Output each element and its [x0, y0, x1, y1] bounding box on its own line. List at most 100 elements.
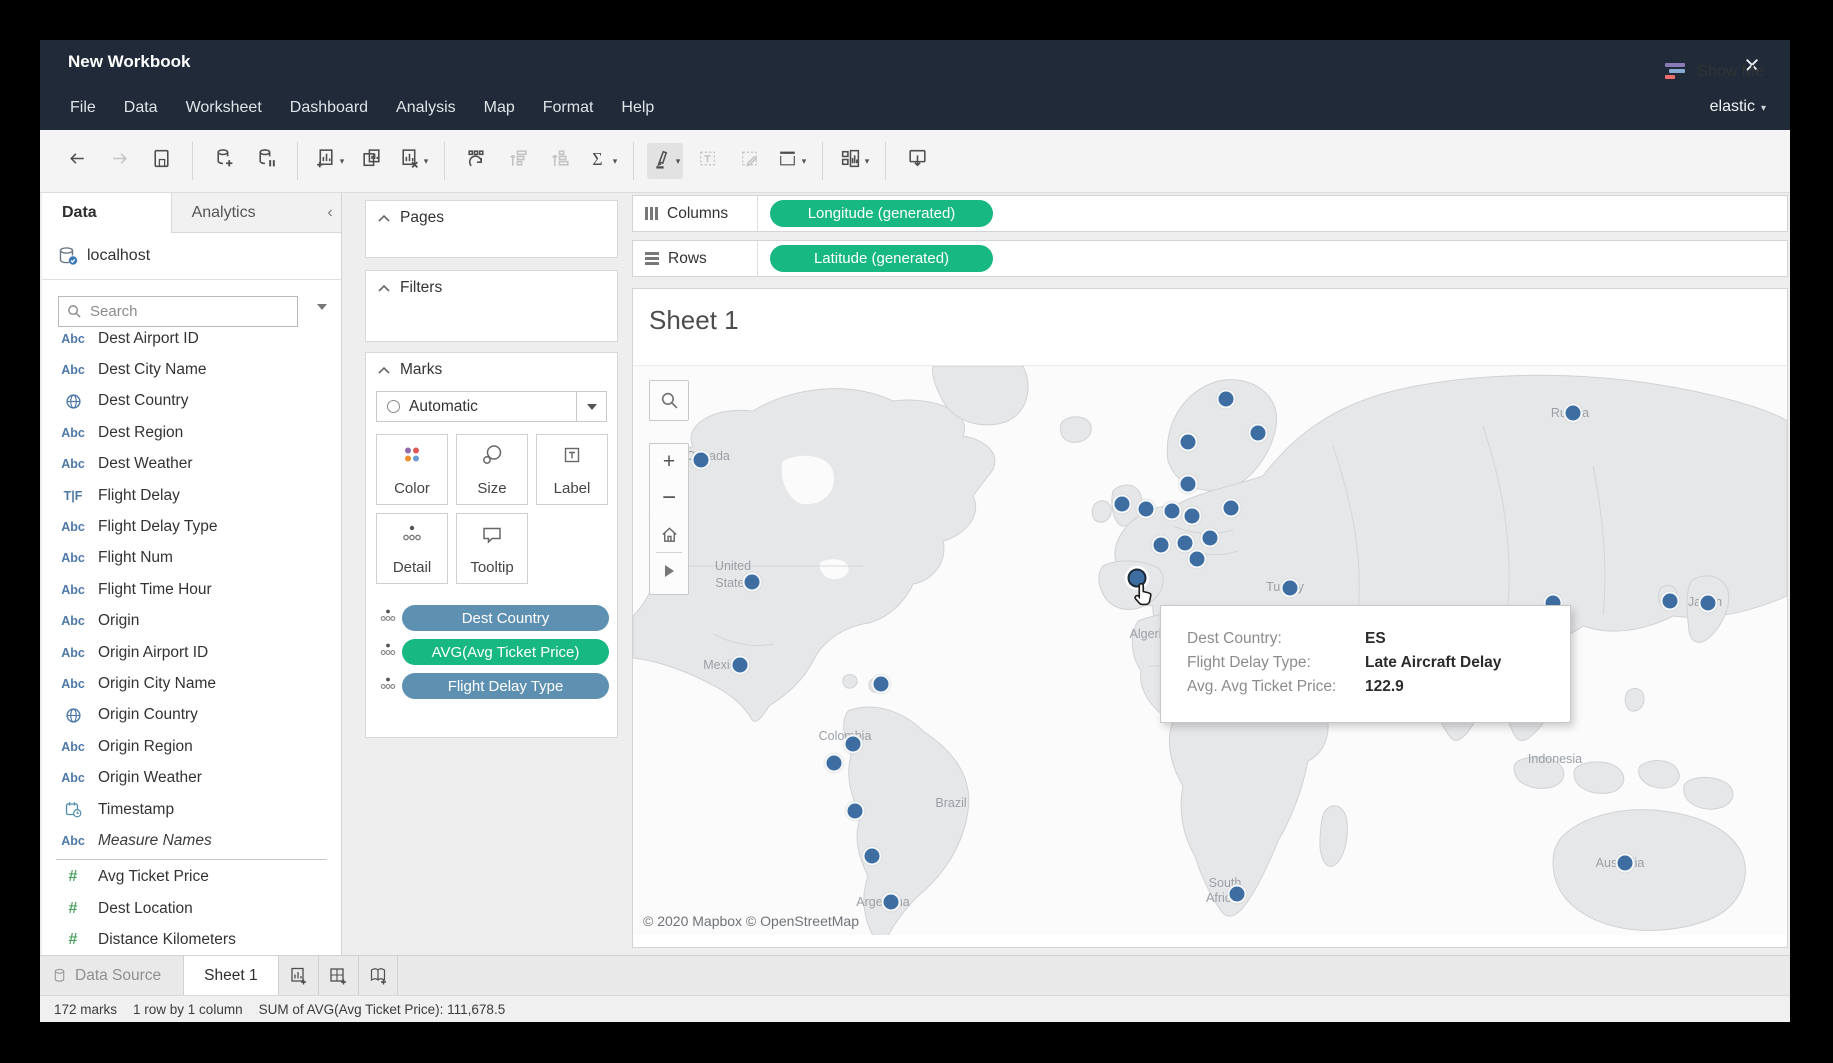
- pill-flight-delay-type[interactable]: Flight Delay Type: [402, 673, 609, 699]
- field-origin-country[interactable]: Origin Country: [42, 700, 341, 731]
- map-mark[interactable]: [743, 573, 762, 592]
- size-button[interactable]: Size: [456, 434, 528, 505]
- map-mark[interactable]: [1163, 502, 1182, 521]
- mark-type-dropdown[interactable]: Automatic: [376, 391, 607, 422]
- field-flight-delay-type[interactable]: AbcFlight Delay Type: [42, 511, 341, 542]
- map-mark[interactable]: [692, 451, 711, 470]
- tab-data-source[interactable]: Data Source: [40, 956, 183, 995]
- tab-sheet-1[interactable]: Sheet 1: [183, 956, 277, 995]
- map-mark[interactable]: [1179, 475, 1198, 494]
- map-search-button[interactable]: [649, 380, 689, 421]
- undo-button[interactable]: [59, 143, 95, 179]
- field-origin-airport-id[interactable]: AbcOrigin Airport ID: [42, 637, 341, 668]
- map-mark[interactable]: [1217, 390, 1236, 409]
- map-mark[interactable]: [731, 656, 750, 675]
- data-connection[interactable]: localhost: [42, 233, 341, 280]
- field-flight-num[interactable]: AbcFlight Num: [42, 543, 341, 574]
- map-mark[interactable]: [1249, 424, 1268, 443]
- format-borders-button[interactable]: ▾: [773, 143, 809, 179]
- totals-button[interactable]: Σ▾: [584, 143, 620, 179]
- field-distance-kilometers[interactable]: #Distance Kilometers: [42, 924, 341, 955]
- tooltip-button[interactable]: Tooltip: [456, 513, 528, 584]
- new-worksheet-button[interactable]: [278, 956, 318, 995]
- columns-pill[interactable]: Longitude (generated): [770, 200, 993, 227]
- pages-card[interactable]: Pages: [365, 200, 618, 258]
- color-button[interactable]: Color: [376, 434, 448, 505]
- field-dest-location[interactable]: #Dest Location: [42, 893, 341, 924]
- rows-pill[interactable]: Latitude (generated): [770, 245, 993, 272]
- map-mark[interactable]: [1188, 550, 1207, 569]
- field-measure-names[interactable]: AbcMeasure Names: [42, 825, 341, 856]
- rows-shelf[interactable]: Rows Latitude (generated): [632, 240, 1788, 277]
- map-mark[interactable]: [1222, 499, 1241, 518]
- pill-avg-avg-ticket-price-[interactable]: AVG(Avg Ticket Price): [402, 639, 609, 665]
- map-mark[interactable]: [1113, 495, 1132, 514]
- map-mark[interactable]: [1137, 500, 1156, 519]
- map-mark[interactable]: [1152, 536, 1171, 555]
- zoom-out-button[interactable]: −: [650, 480, 688, 516]
- search-options-caret-icon[interactable]: [317, 304, 327, 310]
- new-worksheet-button[interactable]: ▾: [311, 143, 347, 179]
- field-origin-city-name[interactable]: AbcOrigin City Name: [42, 668, 341, 699]
- menu-analysis[interactable]: Analysis: [382, 88, 470, 128]
- map-mark[interactable]: [1179, 433, 1198, 452]
- zoom-in-button[interactable]: +: [650, 444, 688, 480]
- map-mark[interactable]: [1616, 854, 1635, 873]
- field-dest-region[interactable]: AbcDest Region: [42, 417, 341, 448]
- detail-button[interactable]: Detail: [376, 513, 448, 584]
- show-me-panel-button[interactable]: ▾: [836, 143, 872, 179]
- map-view[interactable]: CanadaUnitedStatesMexicoColombiaBrazilAr…: [633, 365, 1787, 935]
- new-story-button[interactable]: [358, 956, 398, 995]
- pill-dest-country[interactable]: Dest Country: [402, 605, 609, 631]
- zoom-mode-button[interactable]: [650, 553, 688, 589]
- map-mark[interactable]: [872, 675, 891, 694]
- zoom-home-button[interactable]: [650, 516, 688, 552]
- map-mark[interactable]: [1699, 594, 1718, 613]
- collapse-pane-icon[interactable]: ‹: [319, 193, 341, 233]
- tab-data[interactable]: Data: [42, 193, 172, 233]
- field-flight-delay[interactable]: T|FFlight Delay: [42, 480, 341, 511]
- menu-worksheet[interactable]: Worksheet: [172, 88, 276, 128]
- tab-analytics[interactable]: Analytics: [172, 193, 320, 233]
- field-flight-time-hour[interactable]: AbcFlight Time Hour: [42, 574, 341, 605]
- menu-file[interactable]: File: [56, 88, 110, 128]
- presentation-mode-button[interactable]: [899, 143, 935, 179]
- map-attribution[interactable]: © 2020 Mapbox © OpenStreetMap: [643, 913, 859, 929]
- save-button[interactable]: [143, 143, 179, 179]
- new-dashboard-button[interactable]: [318, 956, 358, 995]
- map-mark[interactable]: [1661, 592, 1680, 611]
- menu-data[interactable]: Data: [110, 88, 172, 128]
- swap-rows-columns-button[interactable]: [458, 143, 494, 179]
- map-mark[interactable]: [1281, 579, 1300, 598]
- map-mark[interactable]: [846, 802, 865, 821]
- field-avg-ticket-price[interactable]: #Avg Ticket Price: [42, 862, 341, 893]
- map-mark[interactable]: [1228, 885, 1247, 904]
- new-data-source-button[interactable]: [206, 143, 242, 179]
- menu-map[interactable]: Map: [470, 88, 529, 128]
- search-input[interactable]: [90, 303, 260, 320]
- map-mark[interactable]: [825, 754, 844, 773]
- map-mark[interactable]: [844, 735, 863, 754]
- field-dest-city-name[interactable]: AbcDest City Name: [42, 354, 341, 385]
- pause-auto-updates-button[interactable]: [248, 143, 284, 179]
- menu-format[interactable]: Format: [529, 88, 608, 128]
- clear-sheet-button[interactable]: ▾: [395, 143, 431, 179]
- menu-dashboard[interactable]: Dashboard: [276, 88, 382, 128]
- columns-shelf[interactable]: Columns Longitude (generated): [632, 195, 1788, 232]
- map-mark[interactable]: [1564, 404, 1583, 423]
- map-mark[interactable]: [1201, 529, 1220, 548]
- label-button[interactable]: Label: [536, 434, 608, 505]
- map-mark[interactable]: [1183, 507, 1202, 526]
- map-mark[interactable]: [882, 893, 901, 912]
- field-dest-country[interactable]: Dest Country: [42, 386, 341, 417]
- duplicate-sheet-button[interactable]: [353, 143, 389, 179]
- field-origin[interactable]: AbcOrigin: [42, 606, 341, 637]
- highlight-button[interactable]: ▾: [647, 143, 683, 179]
- field-dest-weather[interactable]: AbcDest Weather: [42, 449, 341, 480]
- menu-help[interactable]: Help: [607, 88, 668, 128]
- field-origin-region[interactable]: AbcOrigin Region: [42, 731, 341, 762]
- field-dest-airport-id[interactable]: AbcDest Airport ID: [42, 323, 341, 354]
- map-mark[interactable]: [863, 847, 882, 866]
- show-me-button[interactable]: Show Me: [1665, 40, 1764, 103]
- field-timestamp[interactable]: Timestamp: [42, 794, 341, 825]
